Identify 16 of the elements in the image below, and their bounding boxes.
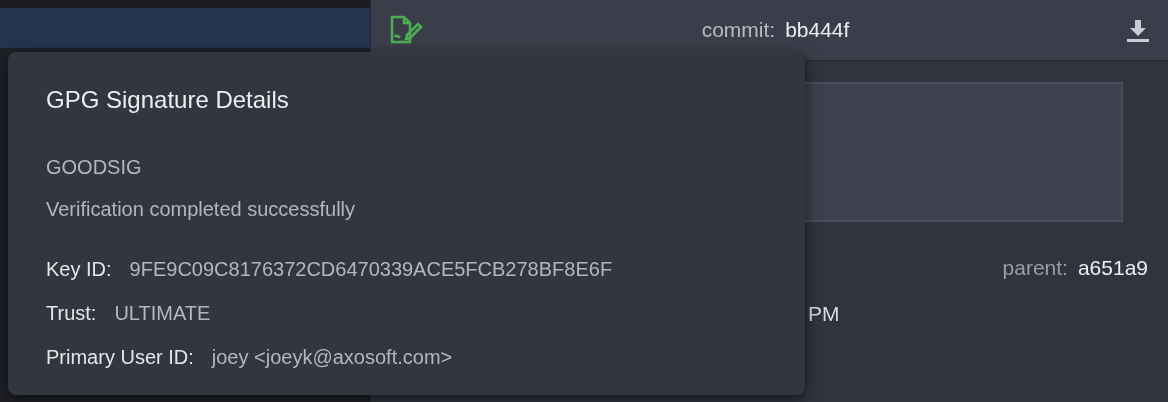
- field-value: joey <joeyk@axosoft.com>: [211, 345, 453, 370]
- field-value: 9FE9C09C8176372CD6470339ACE5FCB278BF8E6F: [129, 257, 613, 282]
- field-value: ULTIMATE: [114, 301, 211, 326]
- commit-hash: bb444f: [785, 17, 850, 44]
- signed-document-icon[interactable]: [389, 15, 425, 45]
- parent-hash[interactable]: a651a9: [1077, 252, 1148, 284]
- date-text: PM: [808, 300, 840, 327]
- signature-status: GOODSIG: [46, 155, 143, 180]
- download-icon[interactable]: [1126, 18, 1150, 42]
- popover-title: GPG Signature Details: [46, 85, 290, 115]
- field-label: Trust:: [46, 301, 97, 326]
- commit-label: commit:: [701, 17, 776, 44]
- field-label: Key ID:: [46, 257, 112, 282]
- parent-label: parent:: [1002, 255, 1068, 281]
- field-label: Primary User ID:: [46, 345, 194, 370]
- verification-message: Verification completed successfully: [46, 197, 357, 222]
